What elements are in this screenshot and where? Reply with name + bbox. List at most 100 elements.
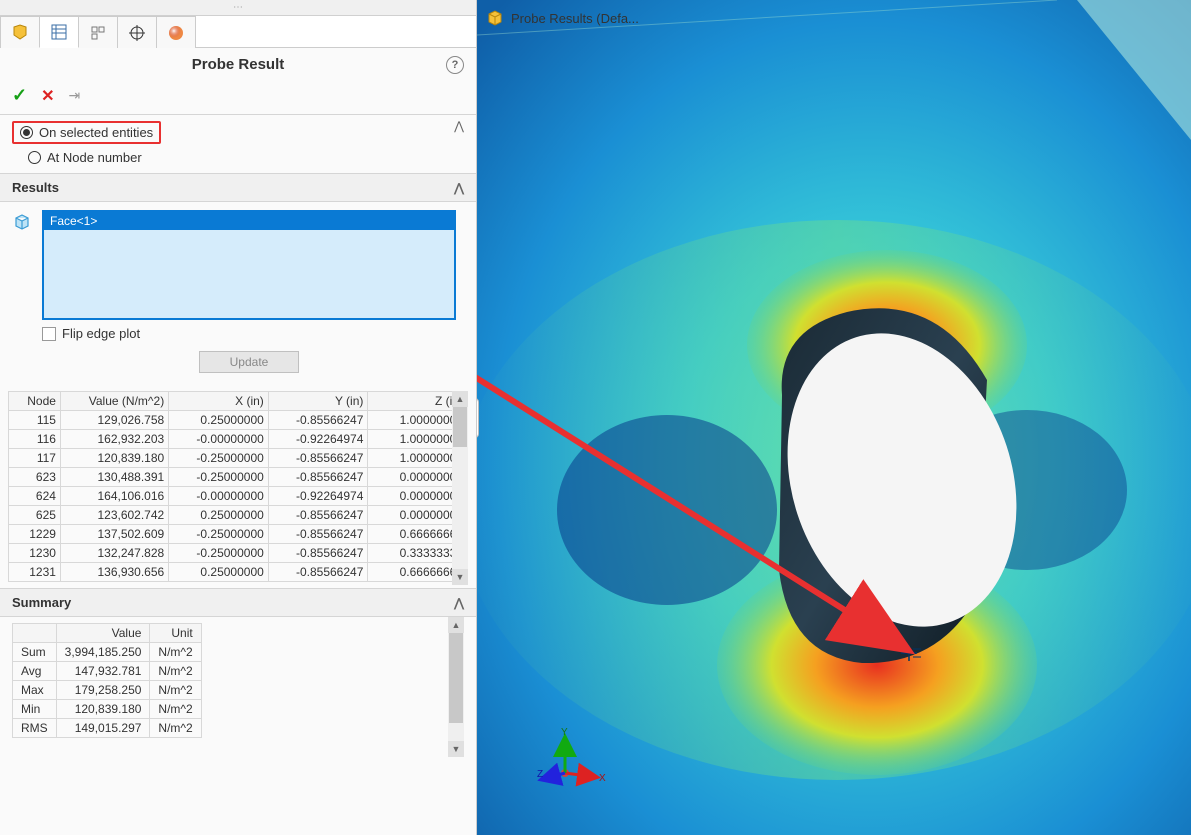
options-section: ⋀ On selected entities At Node number [0, 115, 476, 173]
scroll-down-icon[interactable]: ▼ [452, 569, 468, 585]
tab-feature-icon[interactable] [0, 16, 40, 48]
cell: -0.25000000 [169, 544, 269, 563]
cell: 162,932.203 [60, 430, 168, 449]
tab-appearance-icon[interactable] [156, 16, 196, 48]
cell: -0.85566247 [268, 449, 368, 468]
scroll-up-icon[interactable]: ▲ [448, 617, 464, 633]
config-icon [89, 24, 107, 42]
results-header[interactable]: Results ⋀ [0, 173, 476, 202]
summary-unit: N/m^2 [150, 681, 201, 700]
tab-dimxpert-icon[interactable] [117, 16, 157, 48]
section-label: Summary [12, 595, 71, 610]
ok-button[interactable]: ✓ [12, 85, 27, 106]
cell: 116 [9, 430, 61, 449]
pin-button[interactable]: ⇥ [69, 87, 81, 104]
col-y[interactable]: Y (in) [268, 392, 368, 411]
cell: 132,247.828 [60, 544, 168, 563]
table-row[interactable]: 1231136,930.6560.25000000-0.855662470.66… [9, 563, 468, 582]
chevron-down-icon[interactable]: ⋀ [454, 119, 464, 133]
scroll-thumb[interactable] [453, 407, 467, 447]
probe-cube-icon [485, 8, 505, 28]
table-row[interactable]: 116162,932.203-0.00000000-0.922649741.00… [9, 430, 468, 449]
summary-table: Value Unit Sum3,994,185.250N/m^2Avg147,9… [12, 623, 202, 738]
graphics-viewport[interactable]: Probe Results (Defa... X Y Z [477, 0, 1191, 835]
cell: 117 [9, 449, 61, 468]
table-scrollbar[interactable]: ▲ ▼ [452, 391, 468, 585]
cell: 0.25000000 [169, 506, 269, 525]
splitter-handle[interactable] [477, 398, 479, 438]
axis-z-label: Z [537, 769, 543, 780]
summary-scrollbar[interactable]: ▲ ▼ [448, 617, 464, 757]
selection-filter-icon[interactable] [12, 212, 32, 232]
table-row[interactable]: 624164,106.016-0.00000000-0.922649740.00… [9, 487, 468, 506]
update-button[interactable]: Update [199, 351, 299, 373]
cell: -0.92264974 [268, 487, 368, 506]
tab-property-icon[interactable] [39, 16, 79, 48]
col-blank [13, 624, 57, 643]
option-label: On selected entities [39, 125, 153, 140]
flip-edge-checkbox[interactable]: Flip edge plot [42, 320, 456, 351]
scroll-track[interactable] [452, 407, 468, 569]
summary-unit: N/m^2 [150, 719, 201, 738]
table-row[interactable]: 115129,026.7580.25000000-0.855662471.000… [9, 411, 468, 430]
sphere-icon [167, 24, 185, 42]
cell: 624 [9, 487, 61, 506]
cell: 115 [9, 411, 61, 430]
col-value[interactable]: Value (N/m^2) [60, 392, 168, 411]
cell: 1231 [9, 563, 61, 582]
cell: 123,602.742 [60, 506, 168, 525]
selection-item[interactable]: Face<1> [44, 212, 454, 230]
summary-value: 3,994,185.250 [56, 643, 150, 662]
col-x[interactable]: X (in) [169, 392, 269, 411]
table-row[interactable]: 623130,488.391-0.25000000-0.855662470.00… [9, 468, 468, 487]
table-row[interactable]: 1229137,502.609-0.25000000-0.855662470.6… [9, 525, 468, 544]
target-icon [128, 24, 146, 42]
ruler-top: ⋯ [0, 0, 476, 16]
cell: 164,106.016 [60, 487, 168, 506]
table-row[interactable]: 625123,602.7420.25000000-0.855662470.000… [9, 506, 468, 525]
cell: 1230 [9, 544, 61, 563]
scroll-down-icon[interactable]: ▼ [448, 741, 464, 757]
cell: -0.85566247 [268, 544, 368, 563]
cancel-button[interactable]: ✕ [41, 86, 54, 106]
cell: -0.85566247 [268, 563, 368, 582]
selection-list[interactable]: Face<1> [42, 210, 456, 320]
cell: 120,839.180 [60, 449, 168, 468]
table-row[interactable]: 1230132,247.828-0.25000000-0.855662470.3… [9, 544, 468, 563]
checkbox-label: Flip edge plot [62, 326, 140, 341]
summary-label: Max [13, 681, 57, 700]
scroll-track[interactable] [448, 633, 464, 741]
feature-tree-icon [11, 24, 29, 42]
summary-value: 149,015.297 [56, 719, 150, 738]
col-unit: Unit [150, 624, 201, 643]
option-at-node[interactable]: At Node number [12, 148, 464, 167]
table-row: RMS149,015.297N/m^2 [13, 719, 202, 738]
cell: 1229 [9, 525, 61, 544]
scroll-up-icon[interactable]: ▲ [452, 391, 468, 407]
help-icon[interactable]: ? [446, 56, 464, 74]
view-triad[interactable]: X Y Z [537, 725, 607, 795]
property-list-icon [50, 23, 68, 41]
viewport-title: Probe Results (Defa... [485, 8, 639, 28]
col-node[interactable]: Node [9, 392, 61, 411]
summary-value: 147,932.781 [56, 662, 150, 681]
tab-config-icon[interactable] [78, 16, 118, 48]
summary-value: 179,258.250 [56, 681, 150, 700]
property-panel: ⋯ Probe Result ? ✓ ✕ ⇥ ⋀ On selected ent… [0, 0, 477, 835]
cell: -0.25000000 [169, 468, 269, 487]
table-row: Sum3,994,185.250N/m^2 [13, 643, 202, 662]
table-row: Avg147,932.781N/m^2 [13, 662, 202, 681]
option-selected-entities[interactable]: On selected entities [12, 121, 161, 144]
chevron-down-icon: ⋀ [454, 596, 464, 610]
summary-value: 120,839.180 [56, 700, 150, 719]
cell: -0.00000000 [169, 430, 269, 449]
scroll-thumb[interactable] [449, 633, 463, 723]
node-table: Node Value (N/m^2) X (in) Y (in) Z (in) … [8, 391, 468, 582]
panel-title: Probe Result [192, 56, 285, 73]
table-row: Max179,258.250N/m^2 [13, 681, 202, 700]
summary-header[interactable]: Summary ⋀ [0, 588, 476, 617]
cell: -0.85566247 [268, 525, 368, 544]
cell: 130,488.391 [60, 468, 168, 487]
table-row[interactable]: 117120,839.180-0.25000000-0.855662471.00… [9, 449, 468, 468]
viewport-title-text: Probe Results (Defa... [511, 11, 639, 26]
